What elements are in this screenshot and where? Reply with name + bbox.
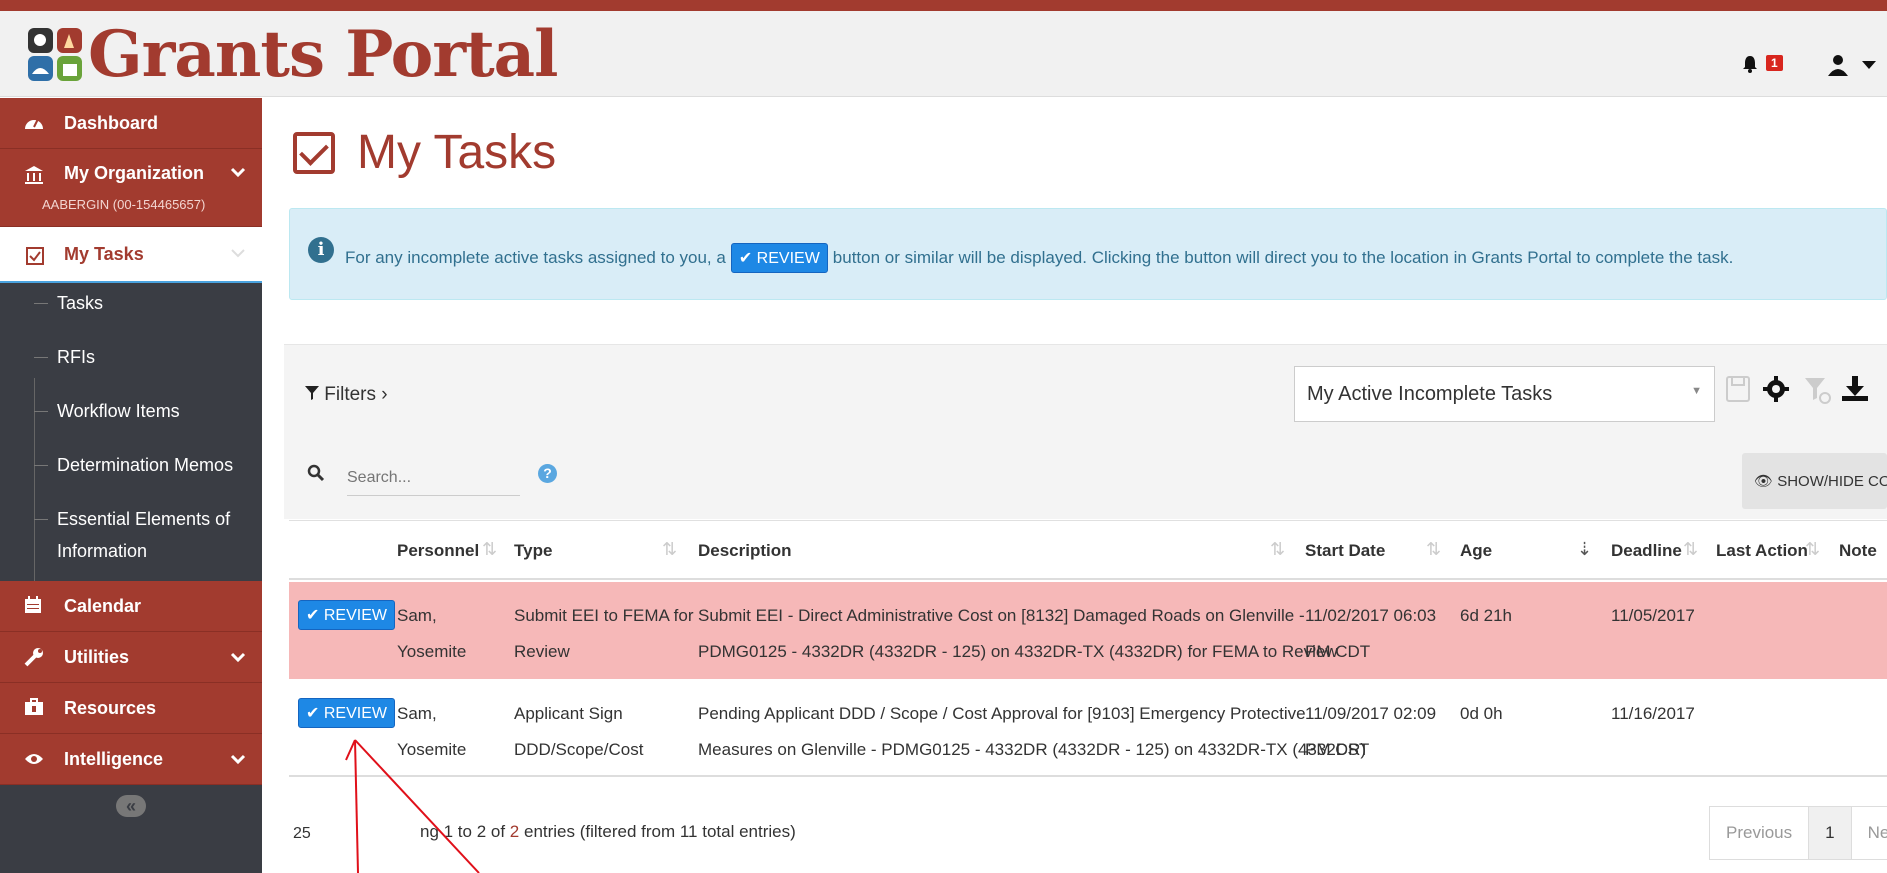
saved-view-select[interactable]: My Active Incomplete Tasks ▼ <box>1294 366 1715 422</box>
app-title[interactable]: Grants Portal <box>88 17 558 92</box>
table-row: ✔ REVIEW Sam, Yosemite Applicant Sign DDD/… <box>289 680 1887 777</box>
sort-icon[interactable]: ⇅ <box>1805 539 1820 560</box>
sort-icon[interactable]: ⇅ <box>1270 539 1285 560</box>
column-personnel[interactable]: Personnel <box>397 541 479 561</box>
organization-id: AABERGIN (00-154465657) <box>42 197 206 212</box>
next-page-button[interactable]: Ne <box>1852 807 1887 859</box>
sidebar: Dashboard My Organization AABERGIN (00-1… <box>0 98 262 873</box>
sidebar-item-dashboard[interactable]: Dashboard <box>0 98 262 149</box>
sidebar-item-rfis[interactable]: RFIs <box>0 347 262 387</box>
table-header: Personnel ⇅ Type ⇅ Description ⇅ Start D… <box>289 520 1887 580</box>
collapse-sidebar-button[interactable]: « <box>116 795 146 817</box>
calendar-icon <box>24 596 42 619</box>
help-icon[interactable]: ? <box>538 464 557 483</box>
sidebar-item-workflow-items[interactable]: Workflow Items <box>0 401 262 441</box>
show-hide-columns-button[interactable]: 👁 SHOW/HIDE COLUMNS <box>1742 453 1887 509</box>
sidebar-item-tasks[interactable]: Tasks <box>0 293 262 333</box>
grants-portal-logo-icon[interactable] <box>26 26 84 82</box>
user-icon[interactable] <box>1826 53 1850 77</box>
checkbox-icon <box>293 131 335 174</box>
column-type[interactable]: Type <box>514 541 552 561</box>
sidebar-item-intelligence[interactable]: Intelligence <box>0 734 262 785</box>
column-deadline[interactable]: Deadline <box>1611 541 1682 561</box>
review-example-button: ✔ REVIEW <box>730 243 828 273</box>
column-note[interactable]: Note <box>1839 541 1877 561</box>
caret-down-icon: ▼ <box>1691 385 1702 397</box>
save-icon[interactable] <box>1726 376 1750 409</box>
page-title: My Tasks <box>293 125 556 180</box>
chevron-down-icon <box>230 163 246 184</box>
filter-icon <box>305 384 324 405</box>
gear-icon[interactable] <box>1763 376 1789 409</box>
info-icon: i <box>308 237 334 263</box>
pagination: Previous 1 Ne <box>1709 806 1887 860</box>
sort-icon[interactable]: ⇅ <box>1683 539 1698 560</box>
column-start-date[interactable]: Start Date <box>1305 541 1385 561</box>
dashboard-icon <box>24 113 44 136</box>
sidebar-item-my-organization[interactable]: My Organization AABERGIN (00-154465657) <box>0 149 262 227</box>
review-button[interactable]: ✔ REVIEW <box>298 698 395 728</box>
top-stripe <box>0 0 1887 11</box>
wrench-icon <box>24 647 44 672</box>
clear-filter-icon[interactable] <box>1805 376 1831 411</box>
caret-down-icon[interactable] <box>1862 61 1876 69</box>
chevron-down-icon <box>230 750 246 771</box>
eye-icon <box>24 750 44 771</box>
page-1-button[interactable]: 1 <box>1809 807 1852 859</box>
sort-icon[interactable]: ⇅ <box>1426 539 1441 560</box>
checkbox-icon <box>26 247 44 270</box>
sidebar-item-resources[interactable]: Resources <box>0 683 262 734</box>
filters-toggle[interactable]: Filters › <box>305 384 388 406</box>
sort-desc-icon[interactable]: ⇣ <box>1577 539 1592 560</box>
sidebar-item-utilities[interactable]: Utilities <box>0 632 262 683</box>
app-header: Grants Portal 1 <box>0 11 1887 97</box>
briefcase-icon <box>24 698 44 721</box>
sidebar-item-essential-elements[interactable]: Essential Elements of Information <box>0 509 262 575</box>
info-alert: i For any incomplete active tasks assign… <box>289 208 1887 300</box>
column-description[interactable]: Description <box>698 541 792 561</box>
page-size[interactable]: 25 <box>293 825 311 843</box>
search-icon <box>307 464 325 488</box>
chevron-down-icon <box>230 247 246 265</box>
eye-icon: 👁 <box>1754 473 1774 490</box>
previous-page-button[interactable]: Previous <box>1710 807 1810 859</box>
column-age[interactable]: Age <box>1460 541 1492 561</box>
sidebar-item-my-tasks[interactable]: My Tasks <box>0 227 262 283</box>
review-button[interactable]: ✔ REVIEW <box>298 600 395 630</box>
table-info: ng 1 to 2 of 2 entries (filtered from 11… <box>420 822 796 841</box>
bell-icon[interactable] <box>1740 54 1760 74</box>
notification-badge: 1 <box>1766 55 1783 71</box>
download-icon[interactable] <box>1842 376 1868 409</box>
column-last-action[interactable]: Last Action <box>1716 541 1808 561</box>
building-icon <box>24 165 44 190</box>
table-row: ✔ REVIEW Sam, Yosemite Submit EEI to FEMA… <box>289 582 1887 679</box>
chevron-down-icon <box>230 648 246 669</box>
sort-icon[interactable]: ⇅ <box>662 539 677 560</box>
sidebar-item-calendar[interactable]: Calendar <box>0 581 262 632</box>
sort-icon[interactable]: ⇅ <box>482 539 497 560</box>
sidebar-item-determination-memos[interactable]: Determination Memos <box>0 455 262 495</box>
search-input[interactable] <box>347 460 520 496</box>
